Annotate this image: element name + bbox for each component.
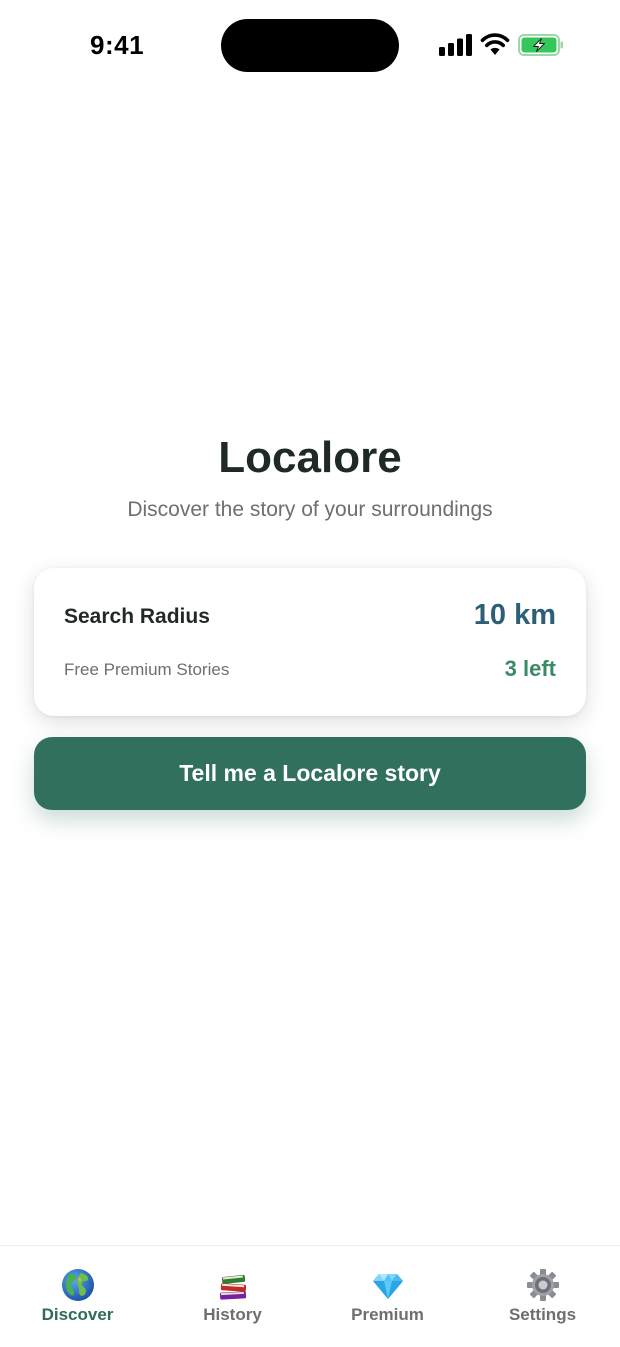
tab-history[interactable]: History [155,1246,310,1347]
tab-premium-label: Premium [351,1305,424,1324]
tab-bar: Discover History Premium Settings [0,1245,620,1347]
dynamic-island [221,19,399,72]
tab-settings-label: Settings [508,1305,577,1324]
search-radius-value[interactable]: 10 km [474,599,556,632]
status-bar: 9:41 [0,0,620,90]
cellular-signal-icon [439,34,472,56]
status-time: 9:41 [90,30,145,60]
free-stories-label: Free Premium Stories [64,660,230,679]
tab-discover-label: Discover [41,1305,114,1324]
battery-charging-icon [518,34,563,56]
discover-screen: 9:41 Localore Discover the story of your… [0,0,620,1347]
search-radius-label: Search Radius [64,605,210,628]
books-icon [219,1274,246,1300]
tell-story-button[interactable]: Tell me a Localore story [34,737,586,810]
tab-premium[interactable]: Premium [310,1246,465,1347]
gem-icon [372,1274,403,1299]
free-stories-count: 3 left [504,656,556,681]
app-title: Localore [218,433,402,482]
gear-icon [526,1269,559,1301]
tab-history-label: History [203,1305,262,1324]
globe-icon [61,1269,94,1301]
search-info-card: Search Radius 10 km Free Premium Stories… [34,568,586,716]
wifi-icon [480,33,510,55]
app-subtitle: Discover the story of your surroundings [127,498,493,521]
tab-discover[interactable]: Discover [0,1246,155,1347]
tab-settings[interactable]: Settings [465,1246,620,1347]
